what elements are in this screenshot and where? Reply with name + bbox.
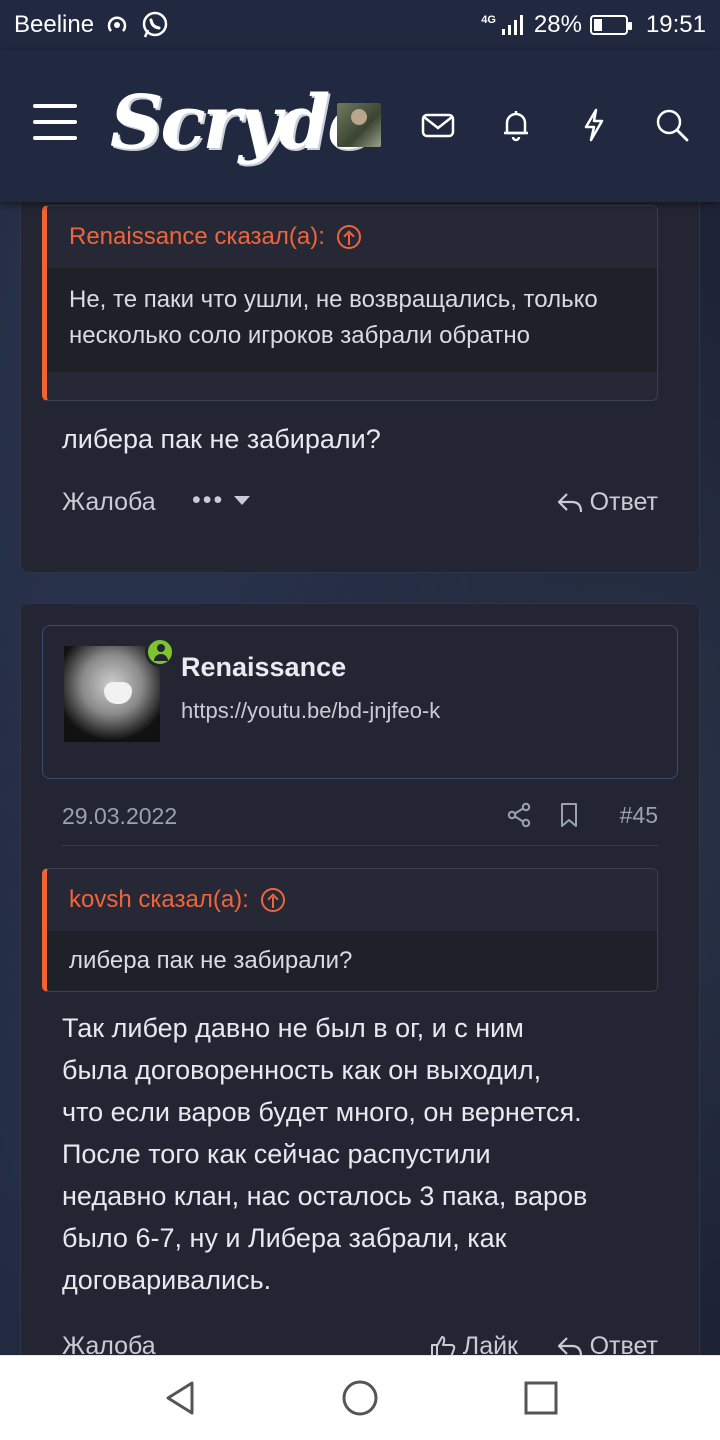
post-body: Так либер давно не был в ог, и с ним был… (62, 1007, 672, 1301)
signal-icon (501, 15, 523, 35)
share-icon[interactable] (506, 802, 532, 828)
user-title: https://youtu.be/bd-jnjfeo-k (181, 698, 441, 723)
post-line: Так либер давно не был в ог, и с ним (62, 1013, 524, 1043)
post-date[interactable]: 29.03.2022 (62, 803, 177, 830)
reply-icon (557, 492, 582, 512)
quote-text: Не, те паки что ушли, не возвращались, т… (47, 268, 657, 372)
bell-icon[interactable] (498, 107, 534, 143)
more-menu[interactable]: ••• (192, 486, 251, 515)
app-header: Scryde (0, 50, 720, 202)
avatar[interactable] (337, 103, 381, 147)
battery-icon (589, 15, 632, 35)
post-text: либера пак не забирали? (62, 424, 381, 454)
bookmark-icon[interactable] (556, 802, 582, 828)
quote-block: kovsh сказал(а): либера пак не забирали? (42, 868, 658, 992)
user-avatar[interactable] (64, 646, 160, 742)
divider (62, 845, 658, 846)
arrow-up-icon[interactable] (336, 225, 361, 249)
recents-icon[interactable] (521, 1378, 561, 1418)
back-icon[interactable] (160, 1378, 200, 1418)
hotspot-icon (107, 16, 127, 32)
clock: 19:51 (645, 11, 706, 38)
search-icon[interactable] (654, 107, 690, 143)
quote-author[interactable]: Renaissance сказал(а): (69, 223, 325, 251)
post-line: договаривались. (62, 1265, 272, 1295)
site-logo[interactable]: Scryde (110, 80, 374, 166)
reply-label: Ответ (589, 488, 658, 516)
mail-icon[interactable] (420, 107, 456, 143)
chevron-down-icon (234, 496, 251, 505)
username[interactable]: Renaissance (181, 652, 346, 683)
online-status-icon (145, 637, 175, 667)
quote-header[interactable]: kovsh сказал(а): (47, 869, 657, 931)
user-block: Renaissance https://youtu.be/bd-jnjfeo-k (42, 625, 678, 779)
quote-block: Renaissance сказал(а): Не, те паки что у… (42, 205, 658, 401)
status-bar: Beeline 4G 28% 19:51 (0, 0, 720, 50)
post-line: После того как сейчас распустили (62, 1139, 491, 1169)
post-line: недавно клан, нас осталось 3 пака, варов (62, 1181, 588, 1211)
quote-text: либера пак не забирали? (47, 931, 657, 991)
quote-header[interactable]: Renaissance сказал(а): (47, 206, 657, 268)
post-number[interactable]: #45 (620, 802, 658, 829)
quote-author[interactable]: kovsh сказал(а): (69, 886, 249, 914)
post-line: что если варов будет много, он вернется. (62, 1097, 582, 1127)
post-line: была договоренность как он выходил, (62, 1055, 542, 1085)
network-type: 4G (481, 14, 496, 26)
whatsapp-icon (142, 11, 168, 38)
system-navigation-bar (0, 1355, 720, 1440)
report-link[interactable]: Жалоба (62, 488, 156, 517)
menu-icon[interactable] (33, 104, 77, 140)
bolt-icon[interactable] (576, 107, 612, 143)
more-icon: ••• (192, 486, 225, 514)
reply-button[interactable]: Ответ (556, 488, 658, 517)
post-line: было 6-7, ну и Либера забрали, как (62, 1223, 507, 1253)
home-icon[interactable] (340, 1378, 380, 1418)
arrow-up-icon[interactable] (260, 888, 285, 912)
battery-percent: 28% (533, 11, 582, 38)
carrier-name: Beeline (14, 11, 95, 38)
post-meta: 29.03.2022 #45 (62, 800, 658, 834)
post-actions: Жалоба ••• Ответ (62, 486, 658, 528)
